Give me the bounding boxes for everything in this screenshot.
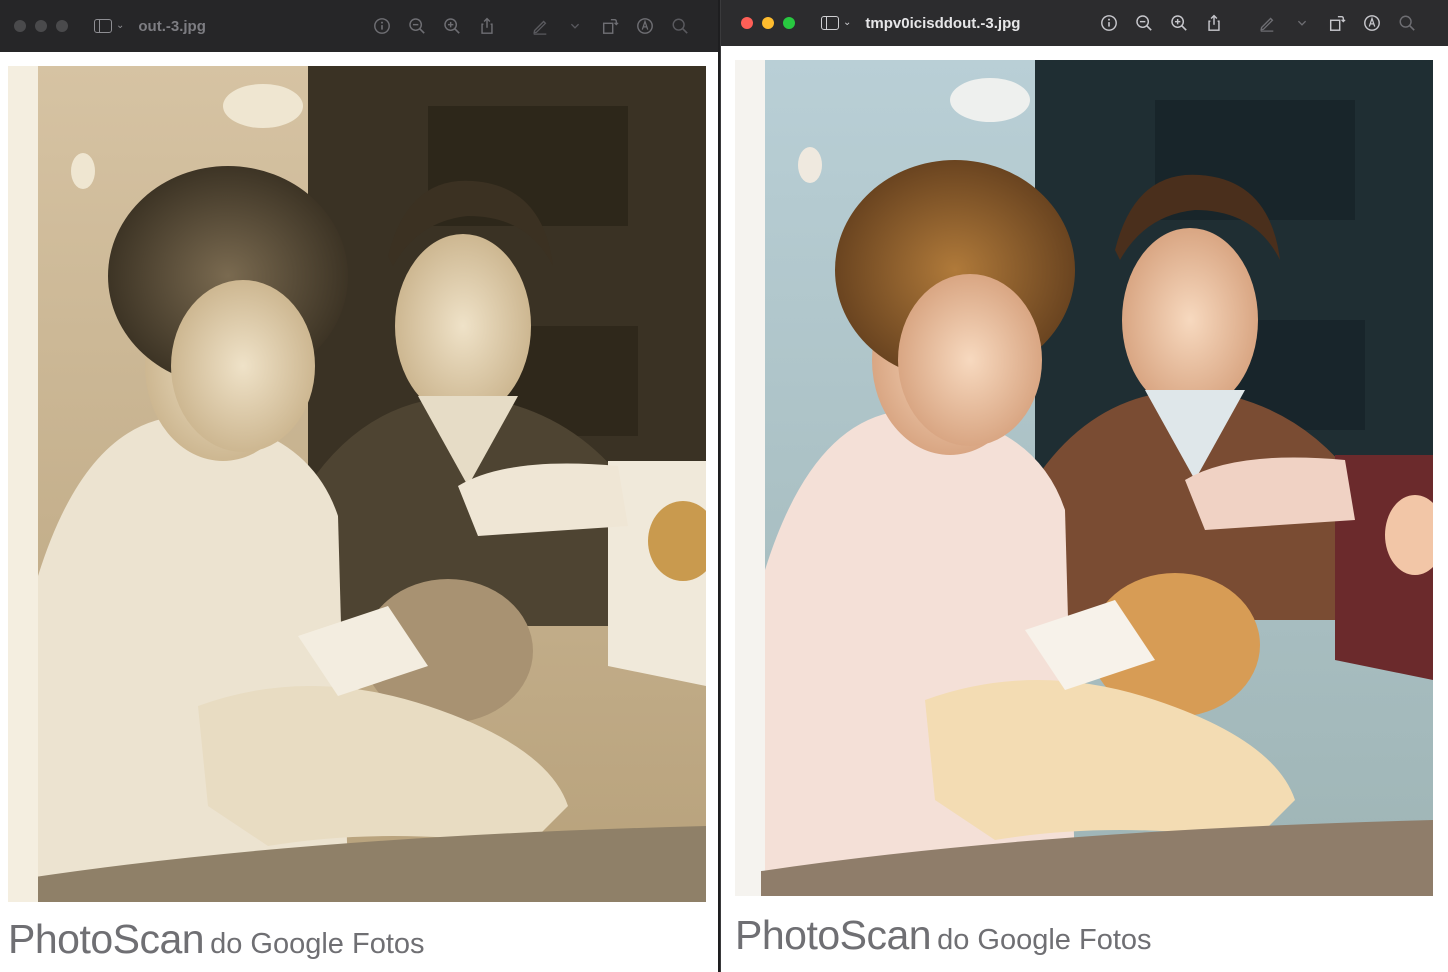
share-button[interactable] bbox=[477, 16, 497, 36]
minimize-button[interactable] bbox=[762, 17, 774, 29]
window-controls bbox=[14, 20, 68, 32]
search-icon bbox=[1399, 15, 1415, 31]
preview-window-colorized: ⌄ tmpv0icisddout.-3.jpg PhotoScan do Goo… bbox=[720, 0, 1448, 972]
sidebar-icon bbox=[821, 16, 839, 30]
info-button[interactable] bbox=[372, 16, 392, 36]
chevron-down-icon bbox=[1297, 20, 1307, 26]
markup-icon bbox=[533, 20, 547, 35]
caption-brand: PhotoScan bbox=[8, 916, 205, 962]
zoom-button[interactable] bbox=[783, 17, 795, 29]
close-button[interactable] bbox=[741, 17, 753, 29]
caption-brand: PhotoScan bbox=[735, 912, 932, 958]
chevron-down-icon: ⌄ bbox=[116, 20, 125, 31]
annotate-icon bbox=[637, 18, 653, 34]
markup-button[interactable] bbox=[1257, 13, 1277, 33]
annotate-icon bbox=[1364, 15, 1380, 31]
zoom-out-icon bbox=[409, 18, 425, 34]
chevron-down-icon: ⌄ bbox=[843, 17, 852, 28]
toolbar bbox=[372, 0, 705, 52]
zoom-in-icon bbox=[1171, 15, 1187, 31]
minimize-button[interactable] bbox=[35, 20, 47, 32]
caption-rest: do Google Fotos bbox=[210, 928, 425, 960]
window-titlebar[interactable]: ⌄ out.-3.jpg bbox=[0, 0, 718, 52]
markup-icon bbox=[1260, 17, 1274, 32]
markup-menu-button[interactable] bbox=[565, 16, 585, 36]
markup-button[interactable] bbox=[530, 16, 550, 36]
photo-colorized bbox=[735, 60, 1433, 896]
zoom-out-button[interactable] bbox=[407, 16, 427, 36]
sidebar-icon bbox=[94, 19, 112, 33]
annotate-button[interactable] bbox=[635, 16, 655, 36]
search-button[interactable] bbox=[670, 16, 690, 36]
photoscan-caption: PhotoScan do Google Fotos bbox=[735, 912, 1152, 959]
window-controls bbox=[741, 17, 795, 29]
close-button[interactable] bbox=[14, 20, 26, 32]
rotate-icon bbox=[602, 19, 619, 34]
share-icon bbox=[1208, 14, 1220, 31]
info-button[interactable] bbox=[1099, 13, 1119, 33]
rotate-button[interactable] bbox=[600, 16, 620, 36]
window-titlebar[interactable]: ⌄ tmpv0icisddout.-3.jpg bbox=[721, 0, 1448, 46]
window-title: tmpv0icisddout.-3.jpg bbox=[865, 14, 1021, 32]
chevron-down-icon bbox=[570, 23, 580, 29]
photoscan-caption: PhotoScan do Google Fotos bbox=[8, 916, 425, 963]
caption-rest: do Google Fotos bbox=[937, 924, 1152, 956]
share-icon bbox=[481, 17, 493, 34]
zoom-in-icon bbox=[444, 18, 460, 34]
search-icon bbox=[672, 18, 688, 34]
sidebar-toggle-button[interactable]: ⌄ bbox=[821, 16, 851, 30]
photo-original bbox=[8, 66, 706, 902]
zoom-button[interactable] bbox=[56, 20, 68, 32]
rotate-icon bbox=[1329, 16, 1346, 31]
sepia-photo-image bbox=[8, 66, 706, 902]
search-button[interactable] bbox=[1397, 13, 1417, 33]
annotate-button[interactable] bbox=[1362, 13, 1382, 33]
zoom-out-icon bbox=[1136, 15, 1152, 31]
zoom-in-button[interactable] bbox=[1169, 13, 1189, 33]
share-button[interactable] bbox=[1204, 13, 1224, 33]
info-icon bbox=[1101, 15, 1117, 31]
zoom-in-button[interactable] bbox=[442, 16, 462, 36]
sidebar-toggle-button[interactable]: ⌄ bbox=[94, 19, 124, 33]
colorized-photo-image bbox=[735, 60, 1433, 896]
markup-menu-button[interactable] bbox=[1292, 13, 1312, 33]
window-title: out.-3.jpg bbox=[138, 17, 206, 35]
zoom-out-button[interactable] bbox=[1134, 13, 1154, 33]
info-icon bbox=[374, 18, 390, 34]
preview-window-original: ⌄ out.-3.jpg PhotoScan do Google Fotos bbox=[0, 0, 718, 972]
rotate-button[interactable] bbox=[1327, 13, 1347, 33]
toolbar bbox=[1099, 0, 1432, 46]
